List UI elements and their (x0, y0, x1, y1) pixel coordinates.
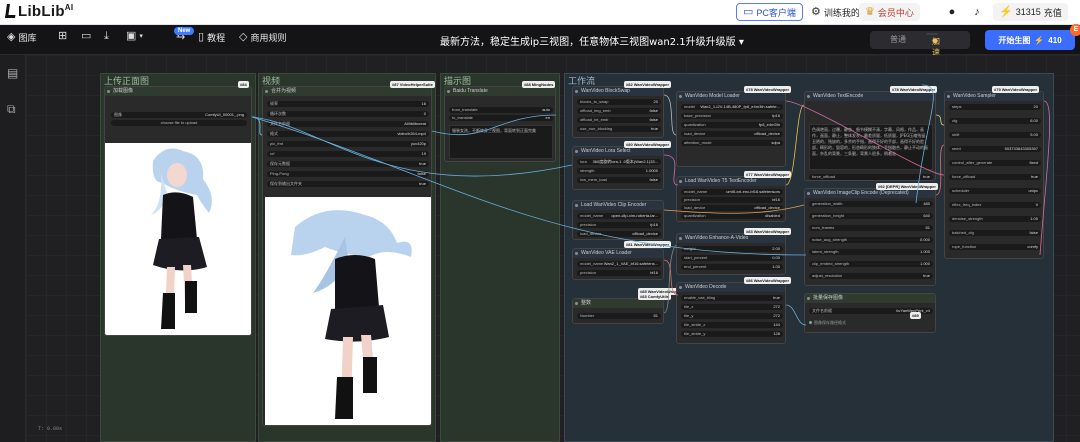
pc-client-button[interactable]: ▭ PC客户端 (736, 3, 803, 21)
crown-icon: ♛ (865, 5, 875, 18)
chevron-down-icon: ▾ (139, 33, 143, 40)
train-icon: ⚙ (811, 5, 821, 18)
monitor-icon: ▭ (743, 5, 754, 18)
new-badge: New (174, 27, 195, 35)
folder-icon: ▭ (81, 30, 92, 42)
new-file-icon: ⊞ (58, 30, 68, 42)
notification-count: E (1070, 24, 1080, 36)
chat-icon: ● (948, 5, 956, 18)
logo-mark-icon (5, 4, 17, 18)
layers-icon: ◈ (7, 31, 16, 43)
vip-center-button[interactable]: ♛ 会员中心 (859, 3, 920, 21)
book-icon: ▯ (198, 31, 205, 43)
chevron-down-icon: ▾ (738, 37, 744, 48)
download-button[interactable]: ⤓ (104, 31, 109, 42)
workflow-title[interactable]: 最新方法，稳定生成ip三视图，任意物体三视图wan2.1升级升级版 ▾ (440, 33, 744, 48)
left-sidebar: ▤ ⧉ (0, 55, 26, 442)
library-button[interactable]: ◈ 图库 (7, 31, 36, 44)
list-icon[interactable]: ▤ (7, 66, 18, 80)
save-icon: ▣ (126, 30, 137, 42)
tutorial-button[interactable]: ▯ 教程 (198, 31, 225, 44)
top-bar: LibLibAI ▭ PC客户端 ⚙ 训练我的LoRA ♛ 会员中心 ● ♪ ⚡ 313… (0, 0, 1080, 25)
lightning-icon: ⚡ (999, 5, 1013, 18)
liblib-logo[interactable]: LibLibAI (5, 3, 73, 20)
lightning-icon: ⚡ (1034, 35, 1045, 45)
notification-button[interactable]: ♪ (968, 3, 986, 21)
download-icon: ⤓ (104, 30, 109, 42)
points-button[interactable]: ⚡ 31315 充值 (993, 3, 1068, 21)
new-file-button[interactable]: ⊞ (58, 31, 67, 42)
workflow-canvas[interactable]: 上传正面图 视频 描示图 工作流 加载图像 图像 ComfyUI_00001_.p… (26, 55, 1080, 442)
mode-toggle[interactable]: 普通 ◆ 加速 (870, 31, 970, 57)
shield-icon: ◇ (239, 31, 248, 43)
commercial-rules-button[interactable]: ◇ 商用规则 (239, 31, 286, 44)
save-button[interactable]: ▣ ▾ (126, 31, 143, 42)
node-connections (251, 84, 1050, 326)
mode-normal[interactable]: 普通 (890, 34, 906, 45)
bell-icon: ♪ (974, 5, 980, 18)
open-folder-button[interactable]: ▭ (81, 31, 91, 42)
generate-button[interactable]: 开始生图 ⚡ 410 (985, 30, 1075, 50)
chat-button[interactable]: ● (943, 3, 961, 21)
node-tree-icon[interactable]: ⧉ (7, 102, 16, 117)
mode-fast[interactable]: ◆ 加速 (926, 33, 940, 57)
canvas-coords: T: 0.00s (38, 426, 63, 432)
